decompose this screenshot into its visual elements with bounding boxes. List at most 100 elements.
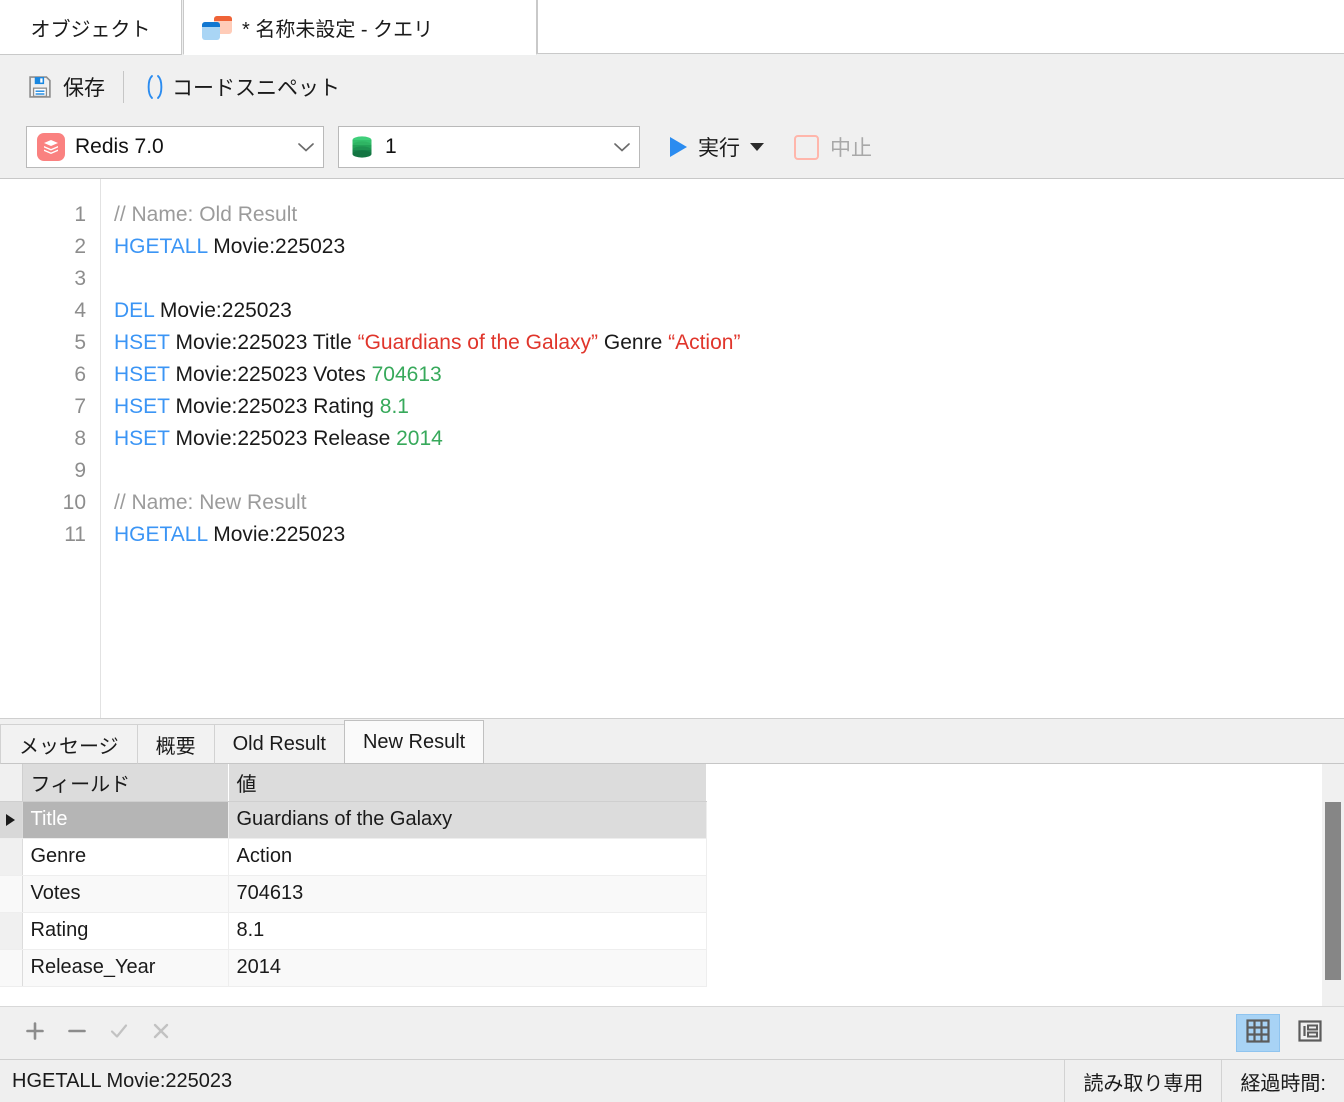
line-number: 11 — [64, 523, 86, 546]
code-snippet-label: コードスニペット — [172, 77, 340, 100]
code-token: 8.1 — [379, 395, 409, 418]
editor-line[interactable]: 11 HGETALL Movie:225023 — [0, 519, 1344, 551]
result-vertical-scrollbar[interactable] — [1322, 764, 1344, 1006]
editor-line[interactable]: 7 HSET Movie:225023 Rating 8.1 — [0, 391, 1344, 423]
result-tab[interactable]: メッセージ — [0, 724, 138, 764]
editor-line[interactable]: 5 HSET Movie:225023 Title “Guardians of t… — [0, 327, 1344, 359]
cell-value[interactable]: 8.1 — [228, 912, 707, 950]
editor-line[interactable]: 2 HGETALL Movie:225023 — [0, 231, 1344, 263]
table-row[interactable]: Rating 8.1 — [0, 912, 707, 950]
result-tab[interactable]: Old Result — [213, 724, 345, 764]
result-tab[interactable]: New Result — [343, 720, 485, 764]
code-token: Movie:225023 Rating — [169, 395, 380, 418]
code-token: HSET — [114, 395, 170, 418]
cancel-edit-button[interactable] — [140, 1014, 182, 1052]
add-record-button[interactable] — [14, 1014, 56, 1052]
line-number: 8 — [74, 427, 86, 450]
code-token: “Guardians of the Galaxy” — [357, 331, 599, 354]
result-grid-container[interactable]: フィールド 値 Title Guardians of the Galaxy Genr… — [0, 764, 1344, 1006]
line-text: HSET Movie:225023 Rating 8.1 — [114, 395, 409, 419]
result-tab[interactable]: 概要 — [136, 724, 215, 764]
table-row[interactable]: Title Guardians of the Galaxy — [0, 801, 707, 839]
code-token: Genre — [598, 331, 669, 354]
grid-view-icon — [1245, 1018, 1271, 1049]
grid-view-button[interactable] — [1236, 1014, 1280, 1052]
form-view-icon — [1297, 1018, 1323, 1049]
view-mode-toggle-group — [1236, 1014, 1332, 1052]
cell-value[interactable]: 704613 — [228, 875, 707, 913]
cell-value[interactable]: Action — [228, 838, 707, 876]
chevron-down-icon — [605, 141, 639, 153]
editor-line[interactable]: 8 HSET Movie:225023 Release 2014 — [0, 423, 1344, 455]
query-editor-window: オブジェクト * 名称未設定 - クエリ 保存 コードスニペット Redis 7… — [0, 0, 1344, 1102]
cell-field[interactable]: Genre — [22, 838, 229, 876]
tab-objects[interactable]: オブジェクト — [0, 0, 182, 55]
remove-record-button[interactable] — [56, 1014, 98, 1052]
code-token: Movie:225023 Title — [169, 331, 358, 354]
grid-header-value[interactable]: 値 — [228, 764, 707, 802]
form-view-button[interactable] — [1288, 1014, 1332, 1052]
row-marker-cell[interactable] — [0, 838, 23, 876]
editor-line[interactable]: 10 // Name: New Result — [0, 487, 1344, 519]
plus-icon — [23, 1019, 47, 1048]
code-token: 704613 — [371, 363, 442, 386]
cell-field[interactable]: Title — [22, 801, 229, 839]
row-marker-cell[interactable] — [0, 875, 23, 913]
sql-editor[interactable]: 1 // Name: Old Result 2 HGETALL Movie:22502… — [0, 179, 1344, 718]
save-button[interactable]: 保存 — [26, 72, 105, 102]
cell-field[interactable]: Rating — [22, 912, 229, 950]
stop-square-icon — [794, 134, 819, 160]
status-elapsed-time: 経過時間: — [1221, 1060, 1344, 1102]
cell-field[interactable]: Votes — [22, 875, 229, 913]
editor-line[interactable]: 6 HSET Movie:225023 Votes 704613 — [0, 359, 1344, 391]
grid-header-row: フィールド 値 — [0, 764, 707, 802]
code-token: 2014 — [396, 427, 443, 450]
grid-header-field[interactable]: フィールド — [22, 764, 229, 802]
cell-value[interactable]: 2014 — [228, 949, 707, 987]
result-tab-label: New Result — [362, 730, 466, 753]
tab-objects-label: オブジェクト — [30, 18, 151, 41]
line-number: 7 — [74, 395, 86, 418]
code-token: Movie:225023 — [207, 235, 346, 258]
scrollbar-thumb[interactable] — [1325, 802, 1341, 980]
line-number: 1 — [74, 203, 86, 226]
tab-query-label: * 名称未設定 - クエリ — [242, 18, 434, 41]
editor-line[interactable]: 3 — [0, 263, 1344, 295]
cross-icon — [149, 1019, 173, 1048]
confirm-edit-button[interactable] — [98, 1014, 140, 1052]
database-select[interactable]: 1 — [338, 126, 640, 168]
row-marker-cell[interactable] — [0, 912, 23, 950]
current-row-arrow-icon — [6, 813, 15, 826]
cell-field[interactable]: Release_Year — [22, 949, 229, 987]
save-label: 保存 — [63, 77, 105, 100]
editor-line[interactable]: 1 // Name: Old Result — [0, 199, 1344, 231]
row-marker-cell[interactable] — [0, 949, 23, 987]
table-row[interactable]: Genre Action — [0, 838, 707, 876]
editor-line[interactable]: 9 — [0, 455, 1344, 487]
result-tab-label: メッセージ — [19, 735, 119, 758]
table-row[interactable]: Release_Year 2014 — [0, 949, 707, 987]
connection-select[interactable]: Redis 7.0 — [26, 126, 324, 168]
result-pane: メッセージ 概要 Old Result New Result フィールド 値 Titl… — [0, 718, 1344, 1059]
play-triangle-icon — [670, 137, 687, 157]
row-marker-cell[interactable] — [0, 801, 23, 839]
toolbar-divider — [123, 71, 124, 103]
chevron-down-icon[interactable] — [750, 143, 764, 151]
run-button[interactable]: 実行 — [670, 132, 764, 162]
database-value: 1 — [385, 135, 397, 158]
record-action-bar — [0, 1006, 1344, 1059]
table-row[interactable]: Votes 704613 — [0, 875, 707, 913]
line-number: 5 — [74, 331, 86, 354]
run-label: 実行 — [698, 137, 740, 160]
code-snippet-button[interactable]: コードスニペット — [142, 72, 340, 102]
cell-value[interactable]: Guardians of the Galaxy — [228, 801, 707, 839]
tab-query[interactable]: * 名称未設定 - クエリ — [183, 0, 537, 55]
line-text: // Name: Old Result — [114, 203, 297, 227]
editor-line[interactable]: 4 DEL Movie:225023 — [0, 295, 1344, 327]
code-token: HGETALL — [114, 523, 208, 546]
stop-button: 中止 — [794, 132, 872, 162]
line-text: HSET Movie:225023 Title “Guardians of th… — [114, 331, 740, 355]
status-bar: HGETALL Movie:225023 読み取り専用 経過時間: — [0, 1059, 1344, 1102]
result-grid: フィールド 値 Title Guardians of the Galaxy Genr… — [0, 764, 707, 987]
result-tab-bar: メッセージ 概要 Old Result New Result — [0, 719, 1344, 764]
